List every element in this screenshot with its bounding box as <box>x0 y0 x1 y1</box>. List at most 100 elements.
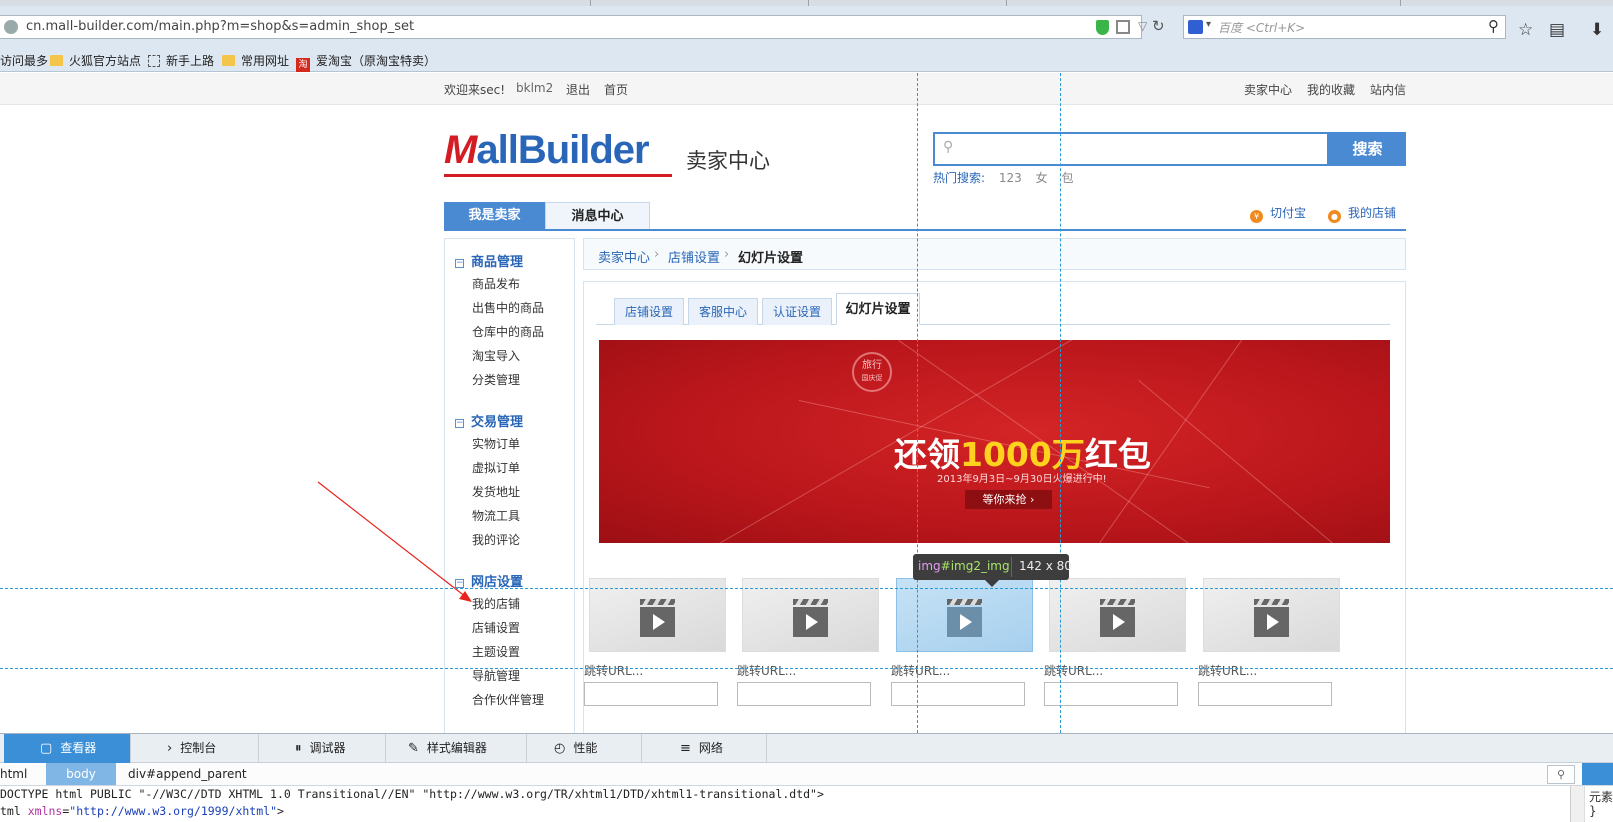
sidebar-item[interactable]: 出售中的商品 <box>472 299 544 316</box>
sidebar-item[interactable]: 淘宝导入 <box>472 347 520 364</box>
sidebar-item[interactable]: 发货地址 <box>472 483 520 500</box>
engine-dropdown-icon[interactable]: ▾ <box>1206 19 1211 30</box>
devtools-toolbar: ▢ 查看器 › 控制台 ⏸ 调试器 ✎ 样式编辑器 ◴ 性能 ≡ 网络 <box>0 733 1613 763</box>
hot-searches: 热门搜索: 123 女 包 <box>933 169 1073 186</box>
logout-link[interactable]: 退出 <box>566 81 590 98</box>
bookmark-most-visited[interactable]: 访问最多 <box>0 52 48 69</box>
bookmark-star-icon[interactable]: ☆ <box>1518 20 1533 40</box>
headline-amount: 1000万 <box>960 435 1085 474</box>
web-search-field[interactable]: ▾ 百度 <Ctrl+K> ⚲ <box>1183 15 1506 39</box>
debugger-icon: ⏸ <box>295 741 302 756</box>
tab-debugger[interactable]: ⏸ 调试器 <box>259 734 386 763</box>
slide-url-input-2[interactable] <box>737 682 871 706</box>
tab-seller[interactable]: 我是卖家 <box>444 202 545 230</box>
bookmark-common-sites[interactable]: 常用网址 <box>222 52 289 69</box>
inbox-link[interactable]: 站内信 <box>1370 81 1406 98</box>
inspector-guide-horizontal <box>0 588 1613 589</box>
hot-keyword[interactable]: 123 <box>999 171 1022 185</box>
sidebar-item[interactable]: 店铺设置 <box>472 619 520 636</box>
sidebar-item[interactable]: 物流工具 <box>472 507 520 524</box>
qr-code-icon[interactable] <box>1116 20 1130 34</box>
sidebar-item[interactable]: 分类管理 <box>472 371 520 388</box>
site-search-button[interactable]: 搜索 <box>1329 132 1406 166</box>
site-top-bar: 欢迎来sec! bklm2 退出 首页 卖家中心 我的收藏 站内信 <box>0 73 1613 105</box>
my-shop-link[interactable]: ● 我的店铺 <box>1328 204 1396 223</box>
tab-network[interactable]: ≡ 网络 <box>642 734 767 763</box>
search-icon: ⚲ <box>943 139 954 155</box>
slide-url-input-1[interactable] <box>584 682 718 706</box>
sidebar-item[interactable]: 合作伙伴管理 <box>472 691 544 708</box>
slide-thumbnail-1[interactable] <box>589 578 726 652</box>
bookmark-aitaobao[interactable]: 淘爱淘宝（原淘宝特卖） <box>296 52 436 72</box>
breadcrumb-current: 幻灯片设置 <box>738 251 804 266</box>
banner-headline: 还领1000万红包 <box>894 428 1151 476</box>
video-clapper-icon <box>793 599 828 637</box>
breadcrumb-seller-center[interactable]: 卖家中心 <box>598 247 650 266</box>
favorites-link[interactable]: 我的收藏 <box>1307 81 1355 98</box>
bookmark-firefox-site[interactable]: 火狐官方站点 <box>50 52 141 69</box>
pay-link[interactable]: ¥ 切付宝 <box>1250 204 1306 223</box>
devtools-search-icon[interactable]: ⚲ <box>1547 765 1575 784</box>
coin-icon: ¥ <box>1250 210 1263 223</box>
breadcrumb-shop-settings[interactable]: 店铺设置 <box>668 247 720 266</box>
hot-keyword[interactable]: 女 <box>1036 171 1048 185</box>
scrollbar[interactable] <box>1571 786 1585 822</box>
banner-grab-button[interactable]: 等你来抢 › <box>965 490 1052 509</box>
tab-label: 样式编辑器 <box>426 741 487 755</box>
slide-url-input-3[interactable] <box>891 682 1025 706</box>
sidebar-item-my-shop[interactable]: 我的店铺 <box>472 595 520 612</box>
collapse-icon[interactable]: − <box>455 419 464 428</box>
tab-inspector[interactable]: ▢ 查看器 <box>4 734 131 763</box>
web-page: 欢迎来sec! bklm2 退出 首页 卖家中心 我的收藏 站内信 MallBu… <box>0 73 1613 733</box>
home-link[interactable]: 首页 <box>604 81 628 98</box>
subtab-slideshow[interactable]: 幻灯片设置 <box>836 293 920 325</box>
username-link[interactable]: bklm2 <box>516 81 553 95</box>
subtab-customer-service[interactable]: 客服中心 <box>688 298 758 325</box>
slide-thumbnail-5[interactable] <box>1203 578 1340 652</box>
url-field[interactable]: cn.mall-builder.com/main.php?m=shop&s=ad… <box>0 15 1165 39</box>
security-shield-icon[interactable] <box>1096 20 1109 35</box>
slide-thumbnail-4[interactable] <box>1049 578 1186 652</box>
dropdown-arrow-icon[interactable]: ▽ <box>1138 19 1147 33</box>
breadcrumb-node-body[interactable]: body <box>46 763 116 785</box>
sidebar-group-title[interactable]: − 交易管理 <box>455 411 523 430</box>
slide-url-input-5[interactable] <box>1198 682 1332 706</box>
subtab-certification[interactable]: 认证设置 <box>762 298 832 325</box>
subtab-shop-settings[interactable]: 店铺设置 <box>614 298 684 325</box>
logo-brand: Builder <box>517 128 650 172</box>
sidebar-item[interactable]: 我的评论 <box>472 531 520 548</box>
sidebar-item[interactable]: 仓库中的商品 <box>472 323 544 340</box>
slideshow-banner-image: 旅行 国庆促 还领1000万红包 2013年9月3日~9月30日火爆进行中! 等你… <box>599 340 1390 543</box>
tab-message-center[interactable]: 消息中心 <box>545 202 650 230</box>
slide-url-label: 跳转URL... <box>737 664 797 678</box>
bookmark-getting-started[interactable]: 新手上路 <box>148 52 214 69</box>
mallbuilder-logo[interactable]: MallBuilder <box>444 128 650 173</box>
slide-thumbnail-2[interactable] <box>742 578 879 652</box>
site-search-input[interactable]: ⚲ <box>933 132 1329 166</box>
tab-style-editor[interactable]: ✎ 样式编辑器 <box>386 734 527 763</box>
reload-icon[interactable]: ↻ <box>1152 17 1165 35</box>
rules-panel-label: 元素 <box>1589 790 1613 804</box>
search-icon[interactable]: ⚲ <box>1488 17 1499 35</box>
reading-list-icon[interactable]: ▤ <box>1549 20 1565 40</box>
sidebar-item[interactable]: 虚拟订单 <box>472 459 520 476</box>
sidebar-group-title[interactable]: − 商品管理 <box>455 251 523 270</box>
slide-url-input-4[interactable] <box>1044 682 1178 706</box>
devtools-side-toggle[interactable] <box>1582 763 1613 785</box>
sidebar-item[interactable]: 主题设置 <box>472 643 520 660</box>
breadcrumb-node-html[interactable]: html <box>0 767 27 781</box>
sidebar-item[interactable]: 商品发布 <box>472 275 520 292</box>
sidebar-item[interactable]: 实物订单 <box>472 435 520 452</box>
download-icon[interactable]: ⬇ <box>1590 20 1604 40</box>
collapse-icon[interactable]: − <box>455 579 464 588</box>
baidu-engine-icon[interactable] <box>1188 20 1203 34</box>
tab-console[interactable]: › 控制台 <box>131 734 259 763</box>
sidebar-item[interactable]: 导航管理 <box>472 667 520 684</box>
tooltip-dimensions: 142 x 80 <box>1019 559 1072 573</box>
tab-performance[interactable]: ◴ 性能 <box>527 734 642 763</box>
collapse-icon[interactable]: − <box>455 259 464 268</box>
hot-keyword[interactable]: 包 <box>1061 171 1073 185</box>
breadcrumb-node-div[interactable]: div#append_parent <box>128 767 247 781</box>
seller-center-link[interactable]: 卖家中心 <box>1244 81 1292 98</box>
inspector-tooltip: img#img2_img 142 x 80 <box>913 554 1072 587</box>
